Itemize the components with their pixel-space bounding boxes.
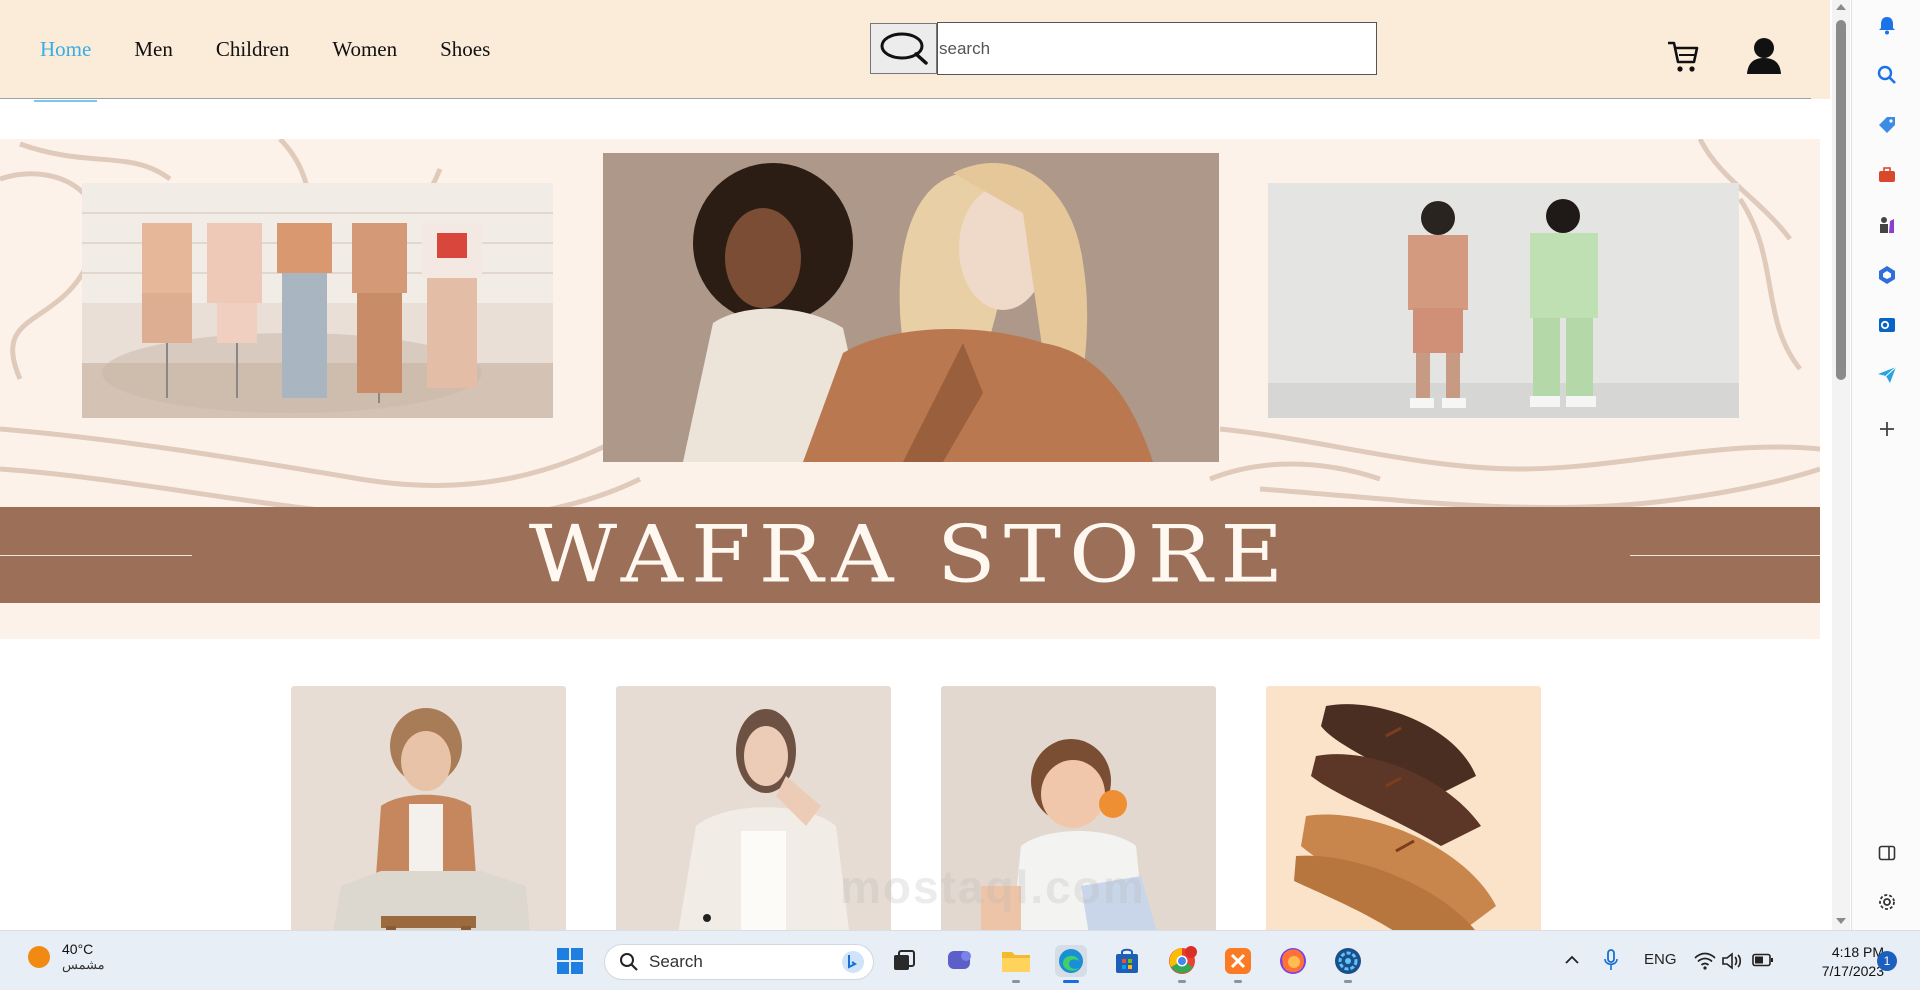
product-card-men[interactable] — [291, 686, 566, 930]
microsoft-365-icon[interactable] — [1876, 264, 1898, 286]
watermark: mostaql.com — [840, 861, 1146, 913]
man-on-stool-photo — [291, 686, 566, 930]
send-plane-icon[interactable] — [1876, 364, 1898, 386]
notifications-bell-icon[interactable] — [1876, 14, 1898, 36]
hero-photo-men — [1268, 183, 1739, 418]
start-button[interactable] — [554, 945, 586, 977]
taskbar-search-label: Search — [649, 952, 703, 971]
search-button[interactable] — [870, 23, 937, 74]
gear-app-icon — [1335, 948, 1361, 974]
banner-line-left — [0, 555, 192, 556]
settings-app-button[interactable] — [1332, 945, 1364, 983]
app-running-indicator — [1344, 980, 1352, 983]
sun-icon — [28, 946, 50, 968]
app-running-indicator — [1178, 980, 1186, 983]
battery-icon[interactable] — [1752, 953, 1774, 967]
firefox-icon — [1280, 948, 1306, 974]
page-scrollbar[interactable] — [1832, 0, 1850, 930]
nav-shoes[interactable]: Shoes — [440, 37, 490, 62]
chevron-up-icon[interactable] — [1565, 955, 1579, 965]
task-view-button[interactable] — [888, 945, 920, 977]
volume-icon[interactable] — [1722, 952, 1744, 970]
add-icon[interactable] — [1876, 418, 1898, 440]
scroll-thumb[interactable] — [1836, 20, 1846, 380]
outlook-icon[interactable] — [1876, 314, 1898, 336]
edge-icon — [1059, 949, 1083, 973]
scroll-up-arrow[interactable] — [1836, 4, 1846, 10]
task-view-icon — [894, 950, 915, 970]
microphone-icon[interactable] — [1604, 949, 1618, 971]
app-running-indicator — [1012, 980, 1020, 983]
store-title: WAFRA STORE — [528, 509, 1292, 601]
search-icon[interactable] — [1876, 64, 1898, 86]
taskbar-search[interactable]: Search — [604, 944, 874, 980]
settings-gear-icon[interactable] — [1876, 891, 1898, 913]
language-indicator[interactable]: ENG — [1644, 951, 1677, 968]
search-icon — [620, 953, 638, 971]
main-nav: Home Men Children Women Shoes — [33, 0, 490, 102]
scroll-down-arrow[interactable] — [1836, 918, 1846, 924]
hero-section: WAFRA STORE — [0, 139, 1820, 639]
folder-icon — [1002, 952, 1030, 972]
notification-badge[interactable]: 1 — [1877, 951, 1897, 971]
app-running-indicator — [1234, 980, 1242, 983]
sidebar-toggle-icon[interactable] — [1876, 842, 1898, 864]
wifi-icon[interactable] — [1694, 952, 1716, 970]
clock-date: 7/17/2023 — [1821, 963, 1884, 979]
microsoft-store-button[interactable] — [1111, 945, 1143, 977]
app-active-indicator — [1063, 980, 1079, 983]
banner-line-right — [1630, 555, 1820, 556]
system-clock[interactable]: 4:18 PM 7/17/2023 — [1794, 943, 1884, 981]
search-input[interactable] — [937, 22, 1377, 75]
nav-women[interactable]: Women — [332, 37, 397, 62]
user-icon[interactable] — [1746, 37, 1782, 75]
product-card-shoes[interactable] — [1266, 686, 1541, 930]
search-bar — [870, 22, 1377, 75]
xampp-icon — [1225, 948, 1251, 974]
hero-photo-women — [603, 153, 1219, 462]
edge-sidebar — [1851, 0, 1920, 930]
cart-icon[interactable] — [1666, 38, 1700, 74]
xampp-button[interactable] — [1222, 945, 1254, 983]
browser-viewport: Home Men Children Women Shoes search WAF… — [0, 0, 1830, 930]
chat-icon — [948, 951, 971, 969]
store-banner: WAFRA STORE — [0, 507, 1820, 603]
chrome-icon — [1169, 946, 1197, 974]
weather-description: مشمس — [62, 957, 105, 972]
windows-taskbar: 40°C مشمس Search ENG 4:18 PM 7/17/2023 1 — [0, 930, 1920, 990]
weather-widget[interactable]: 40°C مشمس — [26, 941, 105, 973]
hero-photo-mannequins — [82, 183, 553, 418]
shopping-tag-icon[interactable] — [1876, 114, 1898, 136]
file-explorer-button[interactable] — [1000, 945, 1032, 983]
firefox-button[interactable] — [1277, 945, 1309, 977]
windows-logo-icon — [557, 948, 583, 974]
nav-men[interactable]: Men — [134, 37, 173, 62]
store-bag-icon — [1116, 948, 1138, 973]
boat-shoes-photo — [1266, 686, 1541, 930]
site-header: Home Men Children Women Shoes — [0, 0, 1830, 102]
header-divider — [0, 98, 1811, 99]
teams-chat-button[interactable] — [944, 945, 976, 977]
edge-browser-button[interactable] — [1055, 945, 1087, 983]
clock-time: 4:18 PM — [1831, 944, 1884, 960]
tools-briefcase-icon[interactable] — [1876, 164, 1898, 186]
weather-temperature: 40°C — [62, 941, 94, 957]
chrome-button[interactable] — [1166, 945, 1198, 983]
bing-icon — [842, 951, 864, 973]
games-chess-icon[interactable] — [1876, 214, 1898, 236]
search-icon — [880, 32, 928, 65]
nav-children[interactable]: Children — [216, 37, 290, 62]
nav-home[interactable]: Home — [33, 37, 98, 102]
